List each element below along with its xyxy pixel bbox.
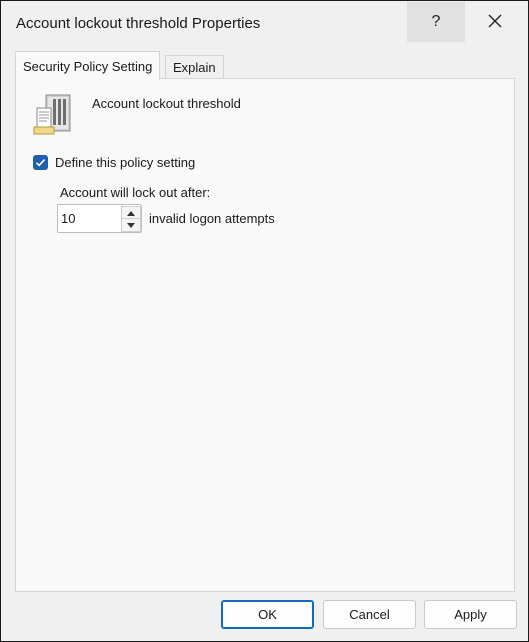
window-title: Account lockout threshold Properties <box>16 15 261 32</box>
spin-down-button[interactable] <box>121 218 141 232</box>
apply-button[interactable]: Apply <box>424 600 517 629</box>
help-button[interactable]: ? <box>407 2 465 42</box>
tab-explain[interactable]: Explain <box>165 55 224 79</box>
tab-security-policy-setting[interactable]: Security Policy Setting <box>15 51 161 80</box>
server-policy-icon <box>32 94 76 139</box>
properties-dialog: Account lockout threshold Properties ? S… <box>0 0 529 642</box>
close-button[interactable] <box>466 2 524 42</box>
ok-button[interactable]: OK <box>221 600 314 629</box>
title-bar: Account lockout threshold Properties ? <box>1 1 528 47</box>
define-policy-row[interactable]: Define this policy setting <box>33 155 195 170</box>
arrow-down-icon <box>127 222 135 228</box>
cancel-button[interactable]: Cancel <box>323 600 416 629</box>
lockout-threshold-spinbox <box>57 204 142 233</box>
lockout-prompt-label: Account will lock out after: <box>60 185 211 200</box>
define-policy-label: Define this policy setting <box>55 155 196 170</box>
checkmark-icon <box>35 159 46 167</box>
close-icon <box>488 14 502 31</box>
define-policy-checkbox[interactable] <box>33 155 48 170</box>
lockout-threshold-input[interactable] <box>61 209 116 227</box>
tab-panel: Account lockout threshold Define this po… <box>15 78 515 592</box>
attempts-suffix-label: invalid logon attempts <box>149 211 275 226</box>
policy-name: Account lockout threshold <box>92 96 241 111</box>
arrow-up-icon <box>127 210 135 216</box>
